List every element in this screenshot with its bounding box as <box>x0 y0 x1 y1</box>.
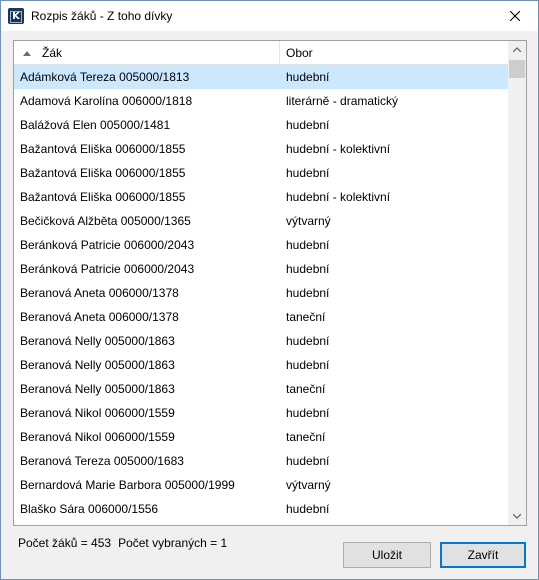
chevron-up-icon <box>513 47 521 52</box>
status-bar: Počet žáků = 453 Počet vybraných = 1 <box>18 536 234 550</box>
field-cell: hudební <box>286 70 330 84</box>
table-row[interactable]: Blaško Sára 006000/1556 hudební <box>14 497 508 521</box>
field-cell: taneční <box>286 382 326 396</box>
total-students-count: Počet žáků = 453 <box>18 536 112 550</box>
student-name-cell: Bažantová Eliška 006000/1855 <box>20 166 186 180</box>
table-row[interactable]: Beranová Nelly 005000/1863 hudební <box>14 353 508 377</box>
table-row[interactable]: Bažantová Eliška 006000/1855 hudební <box>14 161 508 185</box>
title-bar[interactable]: K Rozpis žáků - Z toho dívky <box>1 1 538 31</box>
table-row[interactable]: Beranová Aneta 006000/1378 taneční <box>14 305 508 329</box>
table-row[interactable]: Beranová Nelly 005000/1863 taneční <box>14 377 508 401</box>
save-button[interactable]: Uložit <box>343 542 431 568</box>
student-name-cell: Balážová Elen 005000/1481 <box>20 118 171 132</box>
close-icon <box>510 11 520 21</box>
student-name-cell: Beranová Aneta 006000/1378 <box>20 286 179 300</box>
field-cell: hudební <box>286 334 330 348</box>
table-row[interactable]: Beranová Nelly 005000/1863 hudební <box>14 329 508 353</box>
student-name-cell: Beranová Nelly 005000/1863 <box>20 382 175 396</box>
student-name-cell: Adámková Tereza 005000/1813 <box>20 70 190 84</box>
column-header-student-label: Žák <box>42 46 63 60</box>
student-name-cell: Beranová Aneta 006000/1378 <box>20 310 179 324</box>
field-cell: taneční <box>286 430 326 444</box>
student-name-cell: Beranová Nelly 005000/1863 <box>20 334 175 348</box>
field-cell: hudební <box>286 166 330 180</box>
field-cell: výtvarný <box>286 214 331 228</box>
field-cell: hudební <box>286 118 330 132</box>
window-title: Rozpis žáků - Z toho dívky <box>31 9 173 23</box>
table-row[interactable]: Bažantová Eliška 006000/1855 hudební - ko… <box>14 185 508 209</box>
app-icon-letter: K <box>10 11 22 23</box>
student-name-cell: Bažantová Eliška 006000/1855 <box>20 190 186 204</box>
vertical-scrollbar[interactable] <box>508 41 526 525</box>
field-cell: taneční <box>286 310 326 324</box>
field-cell: hudební <box>286 406 330 420</box>
table-row[interactable]: Beranová Aneta 006000/1378 hudební <box>14 281 508 305</box>
close-button[interactable]: Zavřít <box>440 542 526 568</box>
table-row[interactable]: Beránková Patricie 006000/2043 hudební <box>14 233 508 257</box>
table-row[interactable]: Bernardová Marie Barbora 005000/1999 výtv… <box>14 473 508 497</box>
student-name-cell: Beranová Tereza 005000/1683 <box>20 454 184 468</box>
student-name-cell: Blaško Sára 006000/1556 <box>20 502 159 516</box>
column-header-field-label: Obor <box>286 46 313 60</box>
list-rows: Adámková Tereza 005000/1813 hudební Adamov… <box>14 65 508 521</box>
student-name-cell: Bečičková Alžběta 005000/1365 <box>20 214 191 228</box>
student-name-cell: Adamová Karolína 006000/1818 <box>20 94 193 108</box>
scroll-down-button[interactable] <box>508 508 526 525</box>
dialog-window: K Rozpis žáků - Z toho dívky Žák Obor Ad… <box>0 0 539 580</box>
field-cell: hudební <box>286 238 330 252</box>
sort-ascending-icon <box>23 51 31 56</box>
student-name-cell: Beránková Patricie 006000/2043 <box>20 238 195 252</box>
student-name-cell: Beranová Nikol 006000/1559 <box>20 406 175 420</box>
students-list[interactable]: Žák Obor Adámková Tereza 005000/1813 hude… <box>13 40 527 526</box>
student-name-cell: Beranová Nelly 005000/1863 <box>20 358 175 372</box>
list-header: Žák Obor <box>14 41 508 65</box>
field-cell: hudební <box>286 358 330 372</box>
field-cell: hudební <box>286 502 330 516</box>
table-row[interactable]: Adamová Karolína 006000/1818 literárně - … <box>14 89 508 113</box>
student-name-cell: Beranová Nikol 006000/1559 <box>20 430 175 444</box>
selected-count: Počet vybraných = 1 <box>118 536 228 550</box>
column-header-student[interactable]: Žák <box>14 41 280 65</box>
student-name-cell: Bernardová Marie Barbora 005000/1999 <box>20 478 235 492</box>
table-row[interactable]: Bečičková Alžběta 005000/1365 výtvarný <box>14 209 508 233</box>
table-row[interactable]: Bažantová Eliška 006000/1855 hudební - ko… <box>14 137 508 161</box>
table-row[interactable]: Beranová Nikol 006000/1559 taneční <box>14 425 508 449</box>
field-cell: hudební <box>286 262 330 276</box>
table-row[interactable]: Beranová Tereza 005000/1683 hudební <box>14 449 508 473</box>
field-cell: hudební - kolektivní <box>286 190 391 204</box>
field-cell: literárně - dramatický <box>286 94 399 108</box>
field-cell: hudební <box>286 286 330 300</box>
field-cell: výtvarný <box>286 478 331 492</box>
field-cell: hudební - kolektivní <box>286 142 391 156</box>
chevron-down-icon <box>513 514 521 519</box>
field-cell: hudební <box>286 454 330 468</box>
student-name-cell: Beránková Patricie 006000/2043 <box>20 262 195 276</box>
table-row[interactable]: Adámková Tereza 005000/1813 hudební <box>14 65 508 89</box>
column-header-field[interactable]: Obor <box>280 41 508 65</box>
table-row[interactable]: Beránková Patricie 006000/2043 hudební <box>14 257 508 281</box>
table-row[interactable]: Balážová Elen 005000/1481 hudební <box>14 113 508 137</box>
student-name-cell: Bažantová Eliška 006000/1855 <box>20 142 186 156</box>
scroll-up-button[interactable] <box>508 41 526 58</box>
close-window-button[interactable] <box>492 1 538 31</box>
scrollbar-thumb[interactable] <box>509 60 525 78</box>
table-row[interactable]: Beranová Nikol 006000/1559 hudební <box>14 401 508 425</box>
app-icon: K <box>8 8 24 24</box>
